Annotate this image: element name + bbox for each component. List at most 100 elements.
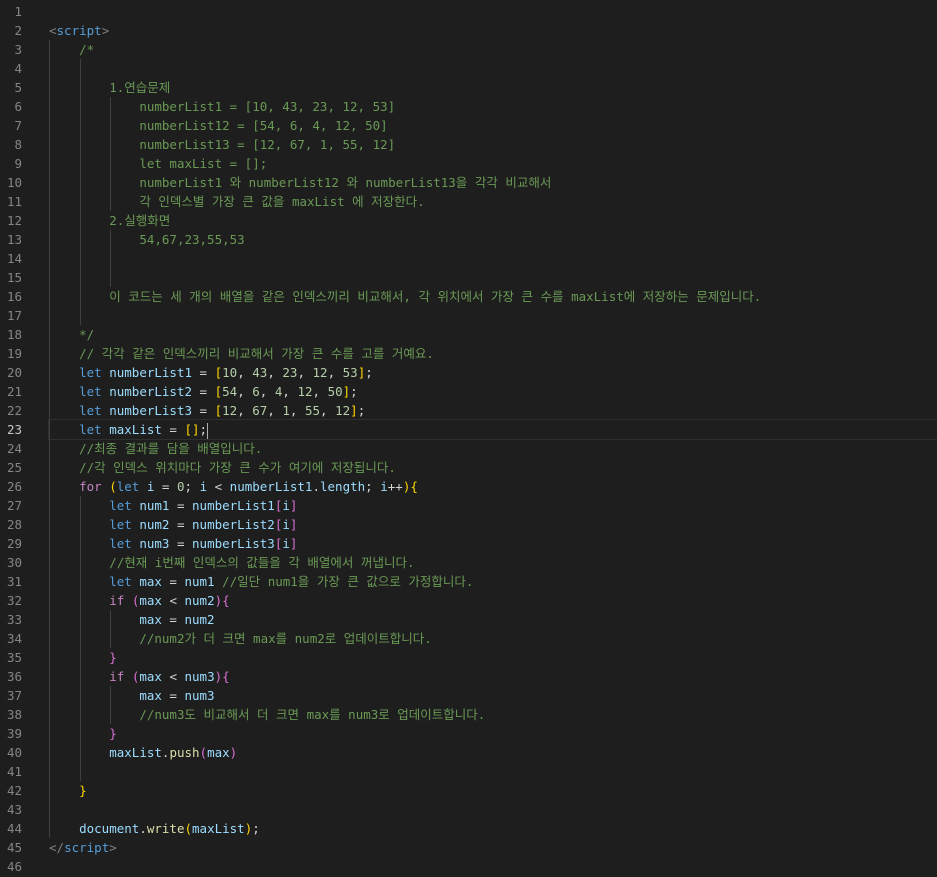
code-line[interactable]: 33 max = num2 xyxy=(0,610,937,629)
code-token: ( xyxy=(184,821,193,836)
code-line[interactable]: 2 <script> xyxy=(0,21,937,40)
code-line[interactable]: 29 let num3 = numberList3[i] xyxy=(0,534,937,553)
code-token: . xyxy=(139,821,147,836)
code-token: ) xyxy=(214,593,223,608)
code-line[interactable]: 6 numberList1 = [10, 43, 23, 12, 53] xyxy=(0,97,937,116)
code-line[interactable]: 14 xyxy=(0,249,937,268)
code-token: maxList xyxy=(192,821,245,836)
code-line[interactable]: 10 numberList1 와 numberList12 와 numberLi… xyxy=(0,173,937,192)
code-token: i xyxy=(282,517,290,532)
code-line[interactable]: 44 document.write(maxList); xyxy=(0,819,937,838)
line-number: 10 xyxy=(6,175,22,190)
code-line[interactable]: 40 maxList.push(max) xyxy=(0,743,937,762)
code-line[interactable]: 23 let maxList = []; xyxy=(0,419,937,440)
code-line[interactable]: 1 xyxy=(0,2,937,21)
code-line[interactable]: 9 let maxList = []; xyxy=(0,154,937,173)
code-line[interactable]: 37 max = num3 xyxy=(0,686,937,705)
code-line[interactable]: 16 이 코드는 세 개의 배열을 같은 인덱스끼리 비교해서, 각 위치에서 … xyxy=(0,287,937,306)
code-text: //현재 i번째 인덱스의 값들을 각 배열에서 꺼냅니다. xyxy=(49,553,937,572)
code-token: push xyxy=(169,745,200,760)
code-text: */ xyxy=(49,325,937,344)
line-number: 3 xyxy=(14,42,22,57)
code-line[interactable]: 5 1.연습문제 xyxy=(0,78,937,97)
code-token: //num2가 더 크면 max를 num2로 업데이트합니다. xyxy=(139,631,432,646)
code-line[interactable]: 22 let numberList3 = [12, 67, 1, 55, 12]… xyxy=(0,401,937,420)
code-token: ; xyxy=(350,384,358,399)
code-line[interactable]: 18 */ xyxy=(0,325,937,344)
code-token: num3 xyxy=(184,688,215,703)
line-number: 46 xyxy=(6,859,22,874)
code-token: max xyxy=(139,669,162,684)
code-line[interactable]: 38 //num3도 비교해서 더 크면 max를 num3로 업데이트합니다. xyxy=(0,705,937,724)
code-line[interactable]: 43 xyxy=(0,800,937,819)
code-token: < xyxy=(49,23,57,38)
code-token: 54,67,23,55,53 xyxy=(139,232,245,247)
code-line[interactable]: 34 //num2가 더 크면 max를 num2로 업데이트합니다. xyxy=(0,629,937,648)
code-line[interactable]: 3 /* xyxy=(0,40,937,59)
code-token: ] xyxy=(289,517,298,532)
code-token: /* xyxy=(79,42,95,57)
code-line[interactable]: 20 let numberList1 = [10, 43, 23, 12, 53… xyxy=(0,363,937,382)
code-token: numberList2 xyxy=(192,517,275,532)
code-line[interactable]: 11 각 인덱스별 가장 큰 값을 maxList 에 저장한다. xyxy=(0,192,937,211)
code-line[interactable]: 36 if (max < num3){ xyxy=(0,667,937,686)
code-line[interactable]: 25 //각 인덱스 위치마다 가장 큰 수가 여기에 저장됩니다. xyxy=(0,458,937,477)
code-line[interactable]: 35 } xyxy=(0,648,937,667)
code-line[interactable]: 39 } xyxy=(0,724,937,743)
code-text: //num2가 더 크면 max를 num2로 업데이트합니다. xyxy=(49,629,937,648)
code-text: numberList1 = [10, 43, 23, 12, 53] xyxy=(49,97,937,116)
code-line[interactable]: 31 let max = num1 //일단 num1을 가장 큰 값으로 가정… xyxy=(0,572,937,591)
code-token: ( xyxy=(109,479,117,494)
code-token: 12 xyxy=(312,365,328,380)
code-token: </ xyxy=(49,840,65,855)
code-text: let num1 = numberList1[i] xyxy=(49,496,937,515)
code-line[interactable]: 24 //최종 결과를 담을 배열입니다. xyxy=(0,439,937,458)
code-line[interactable]: 46 xyxy=(0,857,937,876)
code-line[interactable]: 8 numberList13 = [12, 67, 1, 55, 12] xyxy=(0,135,937,154)
line-number: 41 xyxy=(6,764,22,779)
code-line[interactable]: 4 xyxy=(0,59,937,78)
code-line[interactable]: 7 numberList12 = [54, 6, 4, 12, 50] xyxy=(0,116,937,135)
code-line[interactable]: 21 let numberList2 = [54, 6, 4, 12, 50]; xyxy=(0,382,937,401)
code-text xyxy=(49,800,937,819)
code-token: i xyxy=(380,479,388,494)
code-token: 23 xyxy=(282,365,298,380)
line-number: 20 xyxy=(6,365,22,380)
code-token: //일단 num1을 가장 큰 값으로 가정합니다. xyxy=(222,574,474,589)
code-line[interactable]: 42 } xyxy=(0,781,937,800)
code-token: 43 xyxy=(252,365,268,380)
code-token: numberList1 xyxy=(109,365,193,380)
code-line[interactable]: 41 xyxy=(0,762,937,781)
code-token: length xyxy=(320,479,366,494)
code-token: */ xyxy=(79,327,95,342)
code-line[interactable]: 12 2.실행화면 xyxy=(0,211,937,230)
code-line[interactable]: 45 </script> xyxy=(0,838,937,857)
code-line[interactable]: 27 let num1 = numberList1[i] xyxy=(0,496,937,515)
code-editor[interactable]: 1 2 <script> 3 /* 4 5 1.연습문제 6 numberList1 = … xyxy=(0,2,937,877)
code-line[interactable]: 13 54,67,23,55,53 xyxy=(0,230,937,249)
code-line[interactable]: 15 xyxy=(0,268,937,287)
code-line[interactable]: 19 // 각각 같은 인덱스끼리 비교해서 가장 큰 수를 고를 거예요. xyxy=(0,344,937,363)
code-line[interactable]: 32 if (max < num2){ xyxy=(0,591,937,610)
code-text: let numberList3 = [12, 67, 1, 55, 12]; xyxy=(49,401,937,420)
code-text: let max = num1 //일단 num1을 가장 큰 값으로 가정합니다… xyxy=(49,572,937,591)
code-text: } xyxy=(49,781,937,800)
code-line[interactable]: 28 let num2 = numberList2[i] xyxy=(0,515,937,534)
code-token: 2.실행화면 xyxy=(109,213,171,228)
code-line[interactable]: 26 for (let i = 0; i < numberList1.lengt… xyxy=(0,477,937,496)
code-line[interactable]: 30 //현재 i번째 인덱스의 값들을 각 배열에서 꺼냅니다. xyxy=(0,553,937,572)
code-line[interactable]: 17 xyxy=(0,306,937,325)
code-token: ) xyxy=(229,745,238,760)
